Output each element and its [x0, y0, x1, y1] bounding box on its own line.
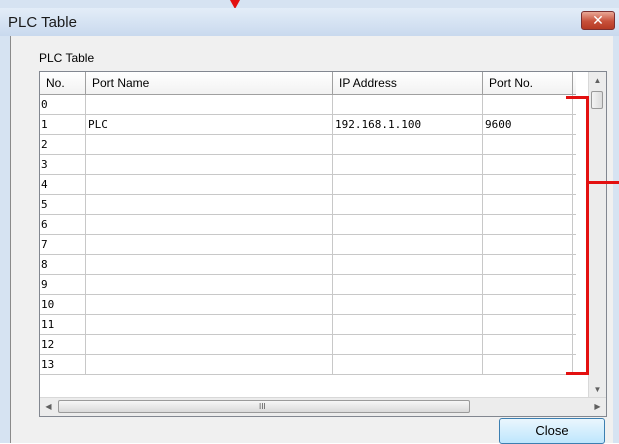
cell-port-name[interactable] [86, 355, 333, 374]
cell-port-no[interactable] [483, 155, 573, 174]
cell-no[interactable]: 12 [40, 335, 86, 354]
cell-port-name[interactable] [86, 195, 333, 214]
table-row[interactable]: 0 [40, 95, 576, 115]
cell-no[interactable]: 3 [40, 155, 86, 174]
vertical-scroll-thumb[interactable] [591, 91, 603, 109]
scroll-down-icon[interactable]: ▼ [589, 381, 606, 398]
table-row[interactable]: 8 [40, 255, 576, 275]
table-row[interactable]: 5 [40, 195, 576, 215]
scroll-left-icon[interactable]: ◀ [40, 398, 57, 416]
table-row[interactable]: 1 PLC 192.168.1.100 9600 [40, 115, 576, 135]
cell-no[interactable]: 13 [40, 355, 86, 374]
group-label: PLC Table [39, 51, 95, 65]
cell-no[interactable]: 6 [40, 215, 86, 234]
table-row[interactable]: 9 [40, 275, 576, 295]
cell-no[interactable]: 8 [40, 255, 86, 274]
cell-port-no[interactable] [483, 135, 573, 154]
cell-port-name[interactable] [86, 275, 333, 294]
scroll-right-icon[interactable]: ▶ [589, 398, 606, 416]
cell-port-no[interactable] [483, 275, 573, 294]
cell-ip-address[interactable] [333, 135, 483, 154]
cell-no[interactable]: 10 [40, 295, 86, 314]
annotation-bracket-bottom [566, 372, 589, 375]
title-bar[interactable]: PLC Table ✕ [0, 8, 619, 36]
cell-port-name[interactable] [86, 315, 333, 334]
cell-ip-address[interactable] [333, 275, 483, 294]
window-title: PLC Table [8, 14, 77, 31]
scroll-grip-icon: III [259, 402, 266, 411]
plc-table-grid[interactable]: No. Port Name IP Address Port No. 0 1 PLC 1… [39, 71, 607, 417]
cell-port-name[interactable] [86, 255, 333, 274]
table-rows: 0 1 PLC 192.168.1.100 9600 2 3 4 5 6 7 8 9 10 11 12 13 [40, 95, 576, 375]
vertical-scrollbar[interactable]: ▲ ▼ [588, 72, 606, 398]
cell-port-no[interactable] [483, 175, 573, 194]
cell-ip-address[interactable] [333, 235, 483, 254]
table-row[interactable]: 10 [40, 295, 576, 315]
column-header-port-name[interactable]: Port Name [86, 72, 333, 94]
dialog-body: PLC Table No. Port Name IP Address Port … [10, 36, 613, 444]
cell-no[interactable]: 1 [40, 115, 86, 134]
cell-port-name[interactable] [86, 335, 333, 354]
table-row[interactable]: 11 [40, 315, 576, 335]
table-row[interactable]: 12 [40, 335, 576, 355]
table-row[interactable]: 7 [40, 235, 576, 255]
cell-port-name[interactable]: PLC [86, 115, 333, 134]
scroll-up-icon[interactable]: ▲ [589, 72, 606, 89]
cell-no[interactable]: 7 [40, 235, 86, 254]
cell-ip-address[interactable] [333, 255, 483, 274]
table-row[interactable]: 3 [40, 155, 576, 175]
cell-no[interactable]: 11 [40, 315, 86, 334]
table-row[interactable]: 2 [40, 135, 576, 155]
column-header-port-no[interactable]: Port No. [483, 72, 573, 94]
column-header-ip-address[interactable]: IP Address [333, 72, 483, 94]
cell-port-no[interactable] [483, 95, 573, 114]
close-button[interactable]: Close [499, 418, 605, 444]
cell-ip-address[interactable]: 192.168.1.100 [333, 115, 483, 134]
column-header-no[interactable]: No. [40, 72, 86, 94]
cell-ip-address[interactable] [333, 175, 483, 194]
table-row[interactable]: 4 [40, 175, 576, 195]
cell-port-no[interactable] [483, 295, 573, 314]
cell-no[interactable]: 0 [40, 95, 86, 114]
cell-port-name[interactable] [86, 95, 333, 114]
cell-no[interactable]: 2 [40, 135, 86, 154]
cell-port-name[interactable] [86, 135, 333, 154]
horizontal-scrollbar[interactable]: ◀ III ▶ [40, 397, 606, 416]
annotation-pointer [589, 181, 619, 184]
cell-ip-address[interactable] [333, 295, 483, 314]
cell-port-no[interactable] [483, 315, 573, 334]
cell-port-no[interactable] [483, 195, 573, 214]
cell-ip-address[interactable] [333, 95, 483, 114]
cell-ip-address[interactable] [333, 215, 483, 234]
table-row[interactable]: 6 [40, 215, 576, 235]
cell-port-name[interactable] [86, 295, 333, 314]
cell-ip-address[interactable] [333, 315, 483, 334]
cell-ip-address[interactable] [333, 195, 483, 214]
cell-ip-address[interactable] [333, 335, 483, 354]
table-header: No. Port Name IP Address Port No. [40, 72, 576, 95]
cell-no[interactable]: 5 [40, 195, 86, 214]
cell-no[interactable]: 4 [40, 175, 86, 194]
horizontal-scroll-thumb[interactable]: III [58, 400, 470, 413]
cell-port-no[interactable] [483, 335, 573, 354]
plc-table-dialog: PLC Table ✕ PLC Table No. Port Name IP A… [0, 0, 619, 444]
cell-port-no[interactable]: 9600 [483, 115, 573, 134]
cell-port-name[interactable] [86, 235, 333, 254]
table-row[interactable]: 13 [40, 355, 576, 375]
cell-port-no[interactable] [483, 215, 573, 234]
cell-port-name[interactable] [86, 155, 333, 174]
cell-port-no[interactable] [483, 255, 573, 274]
cell-port-no[interactable] [483, 355, 573, 374]
cell-port-name[interactable] [86, 215, 333, 234]
cell-ip-address[interactable] [333, 155, 483, 174]
annotation-bracket [586, 96, 589, 375]
cell-no[interactable]: 9 [40, 275, 86, 294]
cell-ip-address[interactable] [333, 355, 483, 374]
cell-port-no[interactable] [483, 235, 573, 254]
window-close-icon[interactable]: ✕ [581, 11, 615, 30]
cell-port-name[interactable] [86, 175, 333, 194]
